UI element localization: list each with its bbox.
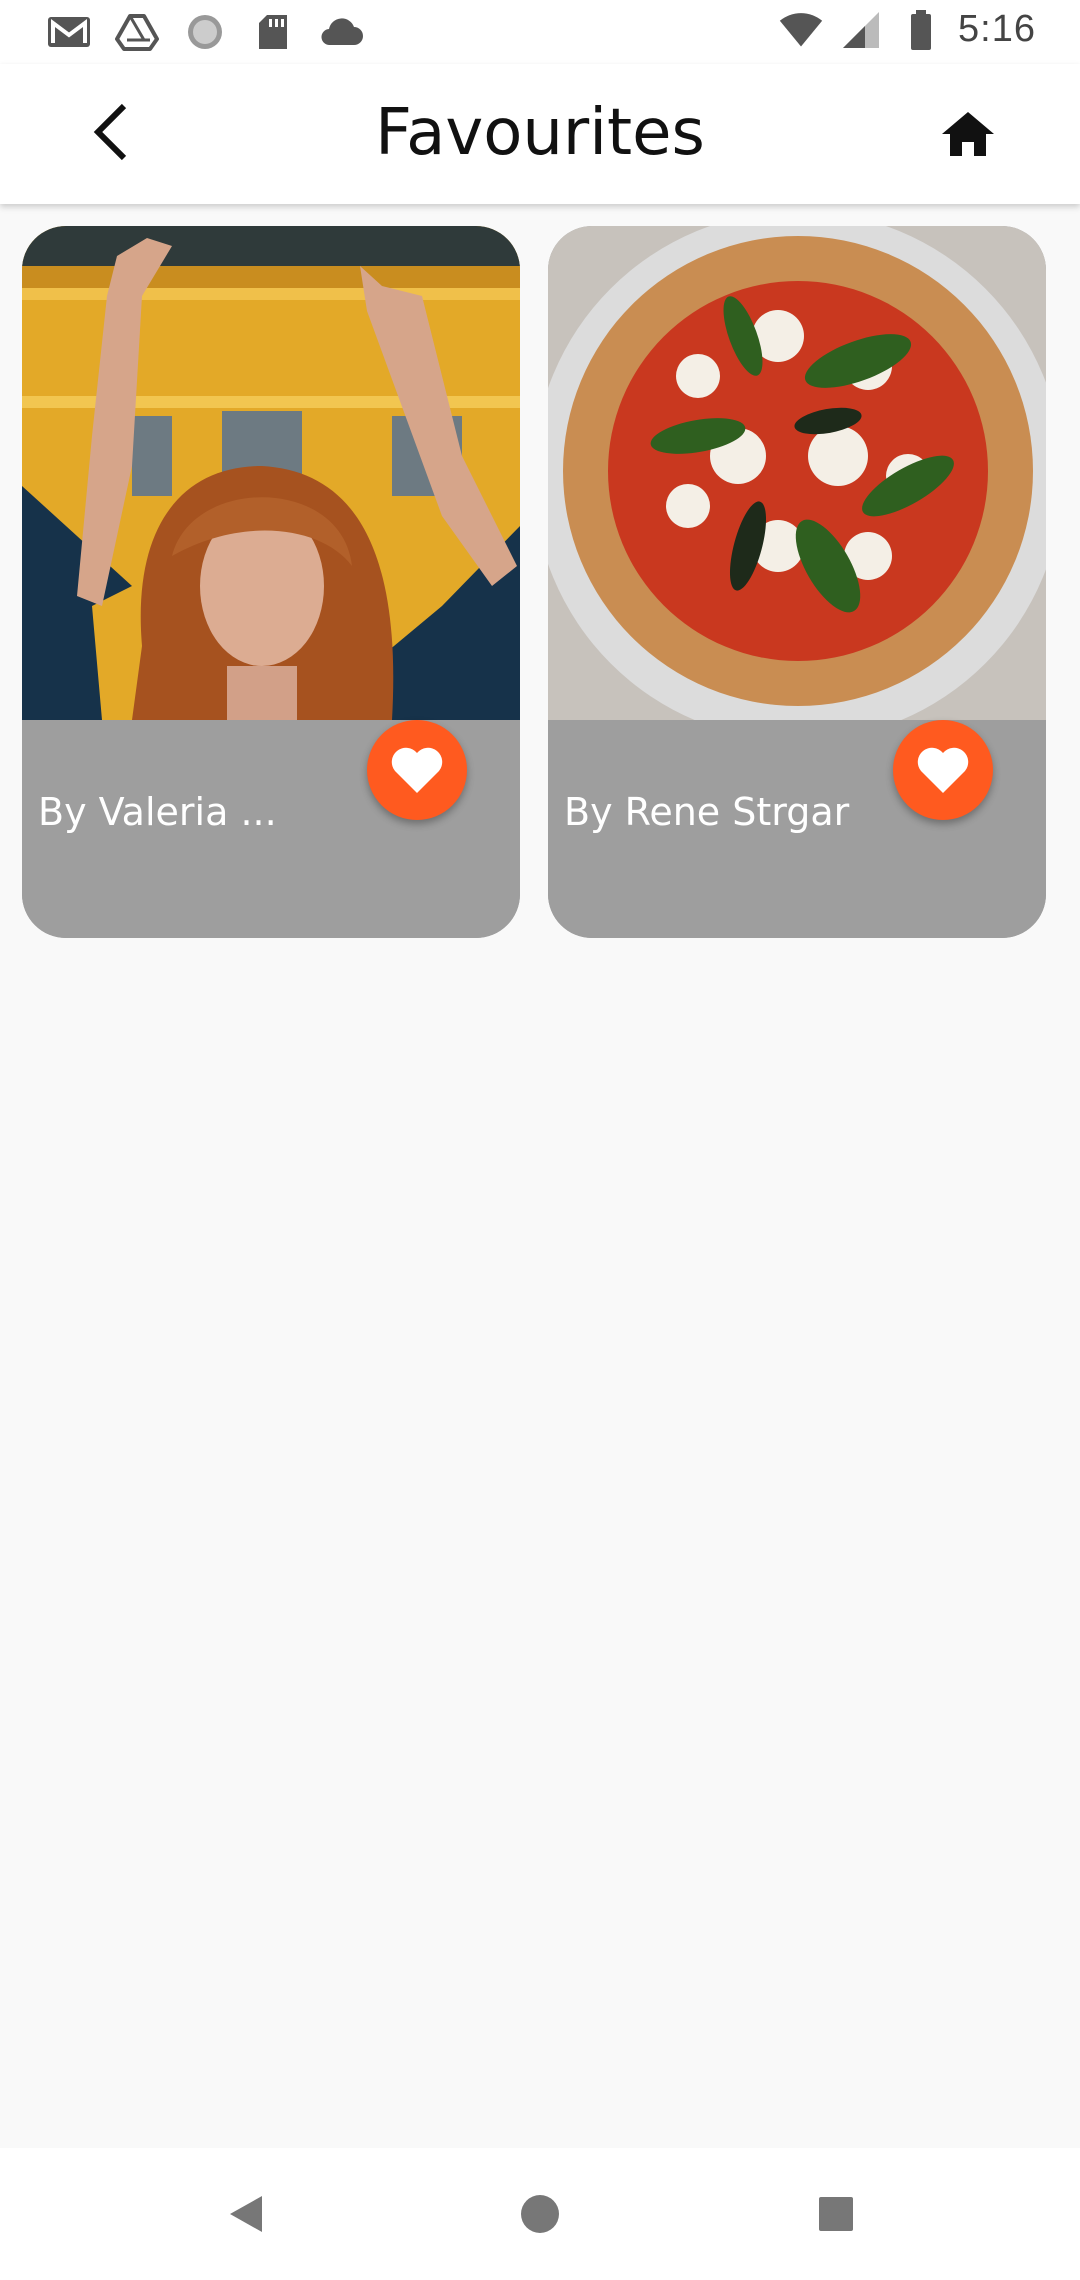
gmail-icon (46, 12, 92, 52)
favourites-grid: By Valeria ... By Rene Strgar (22, 226, 1058, 938)
wifi-icon (778, 10, 824, 50)
battery-icon (898, 9, 944, 50)
status-bar: 5:16 (0, 0, 1080, 64)
home-button[interactable] (936, 104, 1000, 164)
signal-icon (838, 10, 884, 50)
cloud-icon (318, 12, 364, 52)
status-time: 5:16 (958, 8, 1036, 50)
home-icon (942, 112, 994, 156)
sync-icon (182, 12, 228, 52)
margherita-pizza-photo (548, 226, 1046, 720)
home-circle-icon (521, 2195, 559, 2233)
back-triangle-icon (230, 2196, 262, 2232)
nav-home-button[interactable] (510, 2184, 570, 2244)
favourite-button[interactable] (893, 720, 993, 820)
heart-icon (917, 747, 969, 793)
page-title: Favourites (375, 96, 705, 170)
sd-card-icon (250, 12, 296, 52)
woman-raising-hands-photo (22, 226, 520, 720)
app-bar: Favourites (0, 64, 1080, 204)
nav-back-button[interactable] (216, 2184, 276, 2244)
recents-square-icon (819, 2197, 853, 2231)
author-label: By Valeria ... (38, 790, 277, 834)
favourite-card[interactable]: By Valeria ... (22, 226, 520, 938)
heart-icon (391, 747, 443, 793)
drive-icon (114, 12, 160, 52)
system-nav-bar (0, 2148, 1080, 2280)
author-label: By Rene Strgar (564, 790, 850, 834)
favourite-card[interactable]: By Rene Strgar (548, 226, 1046, 938)
favourite-button[interactable] (367, 720, 467, 820)
nav-recents-button[interactable] (806, 2184, 866, 2244)
